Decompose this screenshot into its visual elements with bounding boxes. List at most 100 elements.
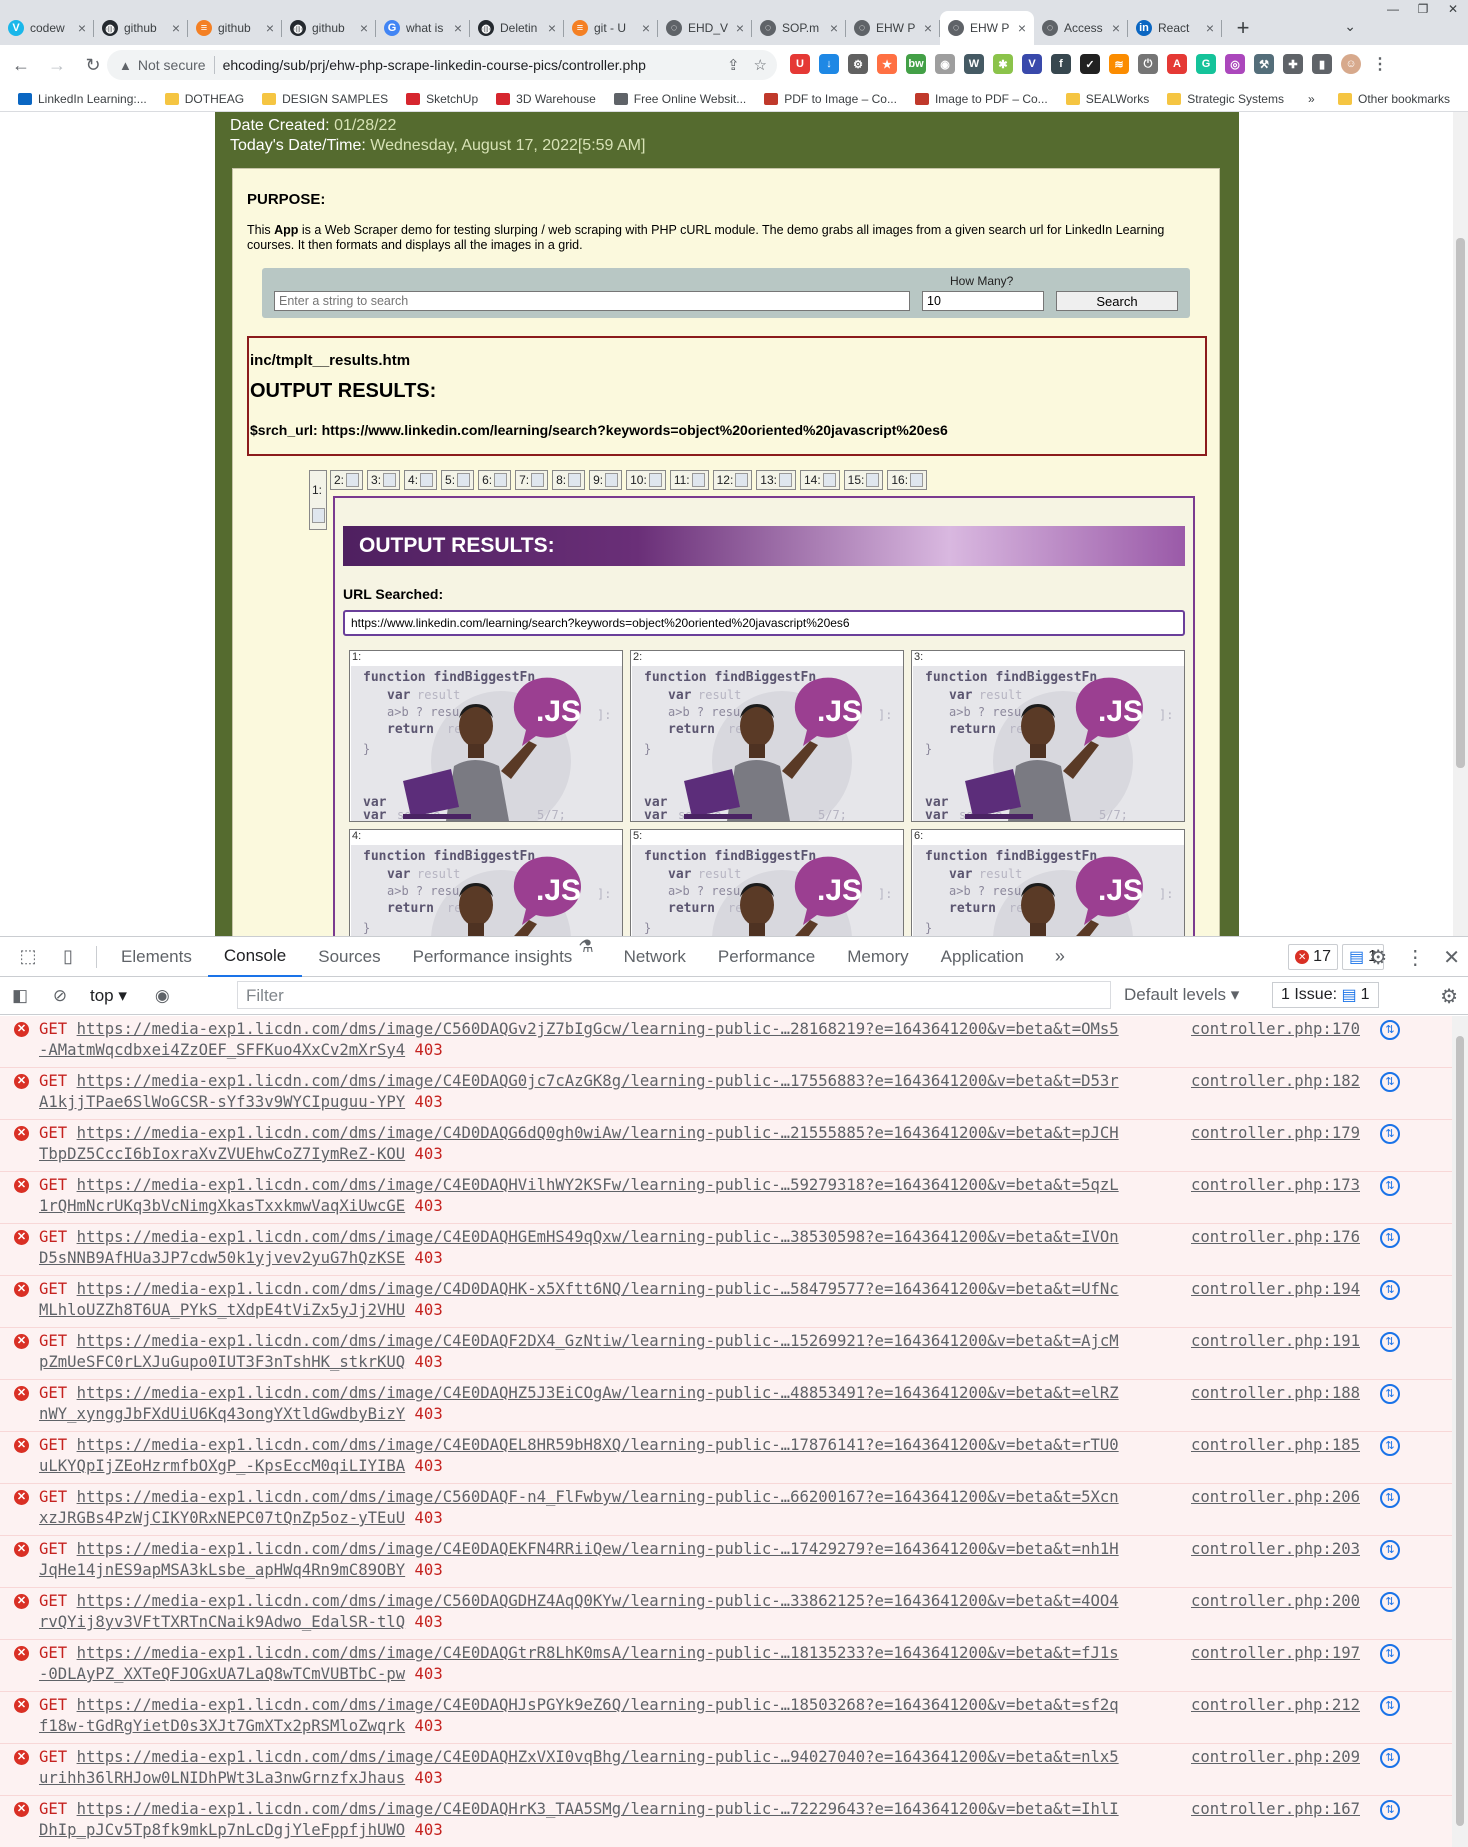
error-url-link[interactable]: https://media-exp1.licdn.com/dms/image/C…: [77, 1384, 1119, 1402]
device-toolbar-icon[interactable]: ▯: [48, 937, 88, 977]
warning-triangle-icon[interactable]: ▲: [119, 58, 132, 73]
other-bookmarks[interactable]: Other bookmarks: [1338, 92, 1450, 106]
error-counter[interactable]: ✕ 17: [1288, 944, 1338, 970]
result-tab[interactable]: 2:: [330, 470, 364, 490]
address-url[interactable]: ehcoding/sub/prj/ehw-php-scrape-linkedin…: [223, 57, 646, 73]
source-link[interactable]: controller.php:188: [1191, 1383, 1360, 1404]
source-link[interactable]: controller.php:203: [1191, 1539, 1360, 1560]
error-url-link[interactable]: https://media-exp1.licdn.com/dms/image/C…: [77, 1748, 1119, 1766]
network-request-icon[interactable]: ⇅: [1380, 1488, 1400, 1508]
devtools-tab-application[interactable]: Application: [925, 937, 1040, 977]
close-window-icon[interactable]: ✕: [1438, 0, 1468, 18]
devtools-tab-memory[interactable]: Memory: [831, 937, 924, 977]
extension-wordpress-icon[interactable]: W: [964, 54, 984, 74]
extension-star-icon[interactable]: ★: [877, 54, 897, 74]
close-tab-icon[interactable]: ×: [78, 20, 86, 36]
console-error-row[interactable]: ✕ GET https://media-exp1.licdn.com/dms/im…: [0, 1484, 1452, 1536]
sidebar-toggle-icon[interactable]: ◧: [0, 986, 40, 1006]
more-tabs-icon[interactable]: »: [1040, 937, 1080, 977]
extension-bug-icon[interactable]: ✱: [993, 54, 1013, 74]
result-tab[interactable]: 9:: [589, 470, 623, 490]
image-grid-item[interactable]: 2: function findBiggestFn var result a>b…: [630, 650, 904, 822]
log-levels-dropdown[interactable]: Default levels ▾: [1124, 985, 1239, 1005]
forward-arrow-icon[interactable]: →: [42, 51, 72, 81]
extension-magnet-icon[interactable]: U: [790, 54, 810, 74]
source-link[interactable]: controller.php:170: [1191, 1019, 1360, 1040]
new-tab-plus-icon[interactable]: +: [1228, 11, 1258, 45]
error-url-link[interactable]: https://media-exp1.licdn.com/dms/image/C…: [77, 1280, 1119, 1298]
result-tab-1[interactable]: 1:: [309, 470, 327, 530]
browser-tab[interactable]: ◍ Deletin ×: [470, 11, 564, 45]
minimize-icon[interactable]: —: [1378, 0, 1408, 18]
error-url-link-cont[interactable]: A1kjjTPae6SlWoGCSR-sYf33v9WYCIpuguu-YPY: [39, 1093, 405, 1111]
browser-tab[interactable]: ◌ SOP.m ×: [752, 11, 846, 45]
source-link[interactable]: controller.php:176: [1191, 1227, 1360, 1248]
extensions-puzzle-icon[interactable]: ✚: [1283, 54, 1303, 74]
error-url-link-cont[interactable]: -AMatmWqcdbxei4ZzOEF_SFFKuo4XxCv2mXrSy4: [39, 1041, 405, 1059]
extension-vue-icon[interactable]: V: [1022, 54, 1042, 74]
result-tab[interactable]: 16:: [887, 470, 928, 490]
network-request-icon[interactable]: ⇅: [1380, 1436, 1400, 1456]
error-url-link-cont[interactable]: rvQYij8yv3VFtTXRTnCNaik9Adwo_EdalSR-tlQ: [39, 1613, 405, 1631]
result-tab[interactable]: 11:: [669, 470, 709, 490]
bookmark-item[interactable]: 3D Warehouse: [496, 92, 596, 106]
error-url-link[interactable]: https://media-exp1.licdn.com/dms/image/C…: [77, 1124, 1119, 1142]
browser-tab[interactable]: in React ×: [1128, 11, 1222, 45]
result-tab[interactable]: 8:: [552, 470, 586, 490]
image-grid-item[interactable]: 1: function findBiggestFn var result a>b…: [349, 650, 623, 822]
console-error-row[interactable]: ✕ GET https://media-exp1.licdn.com/dms/im…: [0, 1796, 1452, 1847]
devtools-tab-performance-insights[interactable]: Performance insights: [397, 937, 589, 977]
console-scrollbar[interactable]: [1452, 1016, 1468, 1847]
error-url-link-cont[interactable]: -0DLAyPZ_XXTeQFJOGxUA7LaQ8wTCmVUBTbC-pw: [39, 1665, 405, 1683]
image-grid-item[interactable]: 5: function findBiggestFn var result a>b…: [630, 829, 904, 936]
error-url-link[interactable]: https://media-exp1.licdn.com/dms/image/C…: [77, 1592, 1119, 1610]
network-request-icon[interactable]: ⇅: [1380, 1592, 1400, 1612]
network-request-icon[interactable]: ⇅: [1380, 1696, 1400, 1716]
bookmark-item[interactable]: SEALWorks: [1065, 92, 1149, 106]
result-tab[interactable]: 3:: [367, 470, 401, 490]
bookmark-item[interactable]: SketchUp: [406, 92, 478, 106]
browser-tab[interactable]: ◌ EHD_V ×: [658, 11, 752, 45]
error-url-link-cont[interactable]: MLhloUZZh8T6UA_PYkS_tXdpE4tViZx5yJj2VHU: [39, 1301, 405, 1319]
result-tab[interactable]: 7:: [515, 470, 549, 490]
source-link[interactable]: controller.php:212: [1191, 1695, 1360, 1716]
bookmark-item[interactable]: Strategic Systems: [1167, 92, 1284, 106]
source-link[interactable]: controller.php:182: [1191, 1071, 1360, 1092]
image-grid-item[interactable]: 4: function findBiggestFn var result a>b…: [349, 829, 623, 936]
extension-broadcast-icon[interactable]: ◎: [1225, 54, 1245, 74]
network-request-icon[interactable]: ⇅: [1380, 1800, 1400, 1820]
result-tab[interactable]: 12:: [712, 470, 753, 490]
network-request-icon[interactable]: ⇅: [1380, 1228, 1400, 1248]
page-scrollbar-thumb[interactable]: [1456, 238, 1465, 768]
search-button[interactable]: Search: [1056, 291, 1178, 311]
how-many-input[interactable]: 10: [922, 291, 1044, 311]
url-searched-field[interactable]: https://www.linkedin.com/learning/search…: [343, 610, 1185, 636]
close-tab-icon[interactable]: ×: [924, 20, 932, 36]
bookmark-item[interactable]: DOTHEAG: [164, 92, 244, 106]
console-scrollbar-thumb[interactable]: [1456, 1036, 1464, 1826]
console-error-row[interactable]: ✕ GET https://media-exp1.licdn.com/dms/im…: [0, 1120, 1452, 1172]
close-tab-icon[interactable]: ×: [454, 20, 462, 36]
extension-tool-icon[interactable]: ⚒: [1254, 54, 1274, 74]
error-url-link-cont[interactable]: DhIp_pJCv5Tp8fk9mkLp7nLcDgjYleFppfjhUWO: [39, 1821, 405, 1839]
settings-gear-icon[interactable]: ⚙: [1369, 945, 1387, 970]
devtools-tab-sources[interactable]: Sources: [302, 937, 396, 977]
console-error-row[interactable]: ✕ GET https://media-exp1.licdn.com/dms/im…: [0, 1432, 1452, 1484]
error-url-link[interactable]: https://media-exp1.licdn.com/dms/image/C…: [77, 1072, 1119, 1090]
error-url-link-cont[interactable]: 1rQHmNcrUKq3bVcNimgXkasTxxkmwVaqXiUwcGE: [39, 1197, 405, 1215]
browser-menu-icon[interactable]: ⋮: [1370, 54, 1390, 74]
bookmark-item[interactable]: Image to PDF – Co...: [914, 92, 1048, 106]
close-tab-icon[interactable]: ×: [1112, 20, 1120, 36]
image-grid-item[interactable]: 3: function findBiggestFn var result a>b…: [911, 650, 1185, 822]
result-tab[interactable]: 10:: [626, 470, 666, 490]
console-error-row[interactable]: ✕ GET https://media-exp1.licdn.com/dms/im…: [0, 1640, 1452, 1692]
devtools-tab-performance[interactable]: Performance: [702, 937, 831, 977]
error-url-link-cont[interactable]: JqHe14jnES9apMSA3kLsbe_apHWq4Rn9mC89OBY: [39, 1561, 405, 1579]
bookmarks-more-chevron[interactable]: »: [1308, 92, 1315, 106]
close-tab-icon[interactable]: ×: [548, 20, 556, 36]
network-request-icon[interactable]: ⇅: [1380, 1072, 1400, 1092]
network-request-icon[interactable]: ⇅: [1380, 1644, 1400, 1664]
reload-icon[interactable]: ↻: [78, 51, 108, 81]
error-url-link[interactable]: https://media-exp1.licdn.com/dms/image/C…: [77, 1020, 1119, 1038]
error-url-link[interactable]: https://media-exp1.licdn.com/dms/image/C…: [77, 1488, 1119, 1506]
